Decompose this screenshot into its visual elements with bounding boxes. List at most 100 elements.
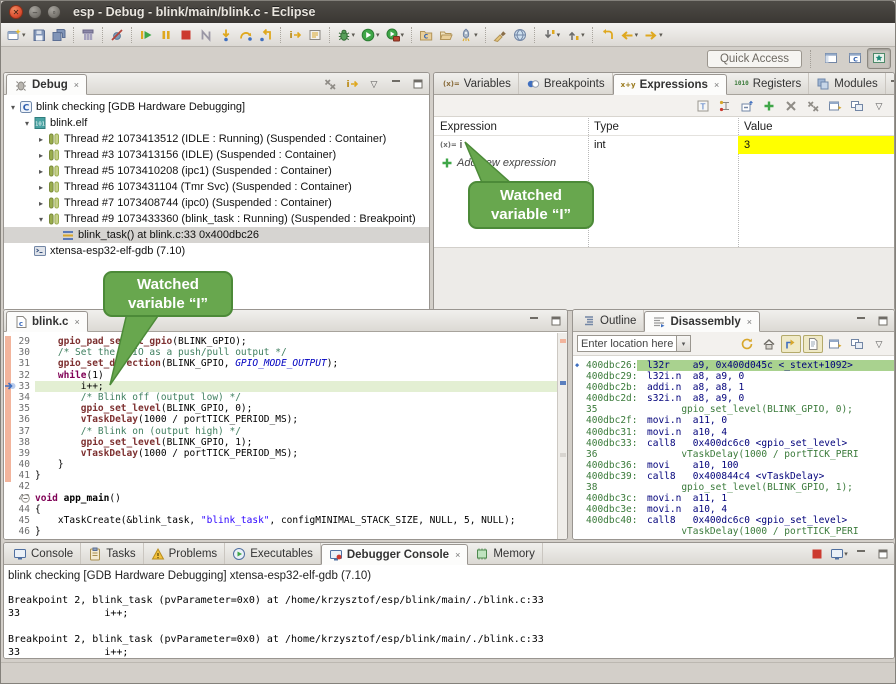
tab-console[interactable]: Console [6, 543, 81, 564]
disassembly-row[interactable]: 400dbc3c:movi.n a11, 1 [573, 493, 894, 504]
code-line[interactable]: 34 /* Blink off (output low) */ [4, 392, 567, 403]
dropdown-arrow-icon[interactable]: ▾ [557, 31, 561, 39]
debug-perspective-button[interactable] [867, 48, 891, 69]
last-edit-location-button[interactable] [597, 24, 617, 46]
quick-access-button[interactable]: Quick Access [707, 50, 802, 68]
code-editor[interactable]: 29 gpio_pad_select_gpio(BLINK_GPIO);30 /… [4, 333, 567, 539]
tree-expander-icon[interactable]: ▾ [22, 119, 32, 128]
dropdown-arrow-icon[interactable]: ▾ [581, 31, 585, 39]
tab-breakpoints[interactable]: Breakpoints [519, 73, 613, 94]
debug-tree-item[interactable]: ▾101blink.elf [4, 115, 429, 131]
line-number[interactable]: 32 [4, 370, 30, 381]
new-view-button[interactable] [825, 335, 845, 353]
maximize-button[interactable] [873, 545, 893, 563]
debug-button[interactable]: ▾ [334, 24, 359, 46]
close-tab-icon[interactable]: × [74, 80, 79, 90]
back-button[interactable]: ▾ [617, 24, 642, 46]
link-view-button[interactable] [847, 335, 867, 353]
step-over-button[interactable] [236, 24, 256, 46]
view-menu-button[interactable]: ▽ [869, 335, 889, 353]
disassembly-row[interactable]: 400dbc2f:movi.n a11, 0 [573, 415, 894, 426]
tree-expander-icon[interactable]: ▸ [36, 199, 46, 208]
tab-debugger-console[interactable]: Debugger Console× [321, 544, 469, 565]
minimize-window-icon[interactable]: – [28, 5, 42, 19]
dropdown-arrow-icon[interactable]: ▾ [352, 31, 356, 39]
column-header-value[interactable]: Value [738, 121, 895, 133]
step-return-button[interactable] [256, 24, 276, 46]
line-number[interactable]: 46 [4, 526, 30, 537]
close-tab-icon[interactable]: × [747, 317, 752, 327]
debug-tree-item[interactable]: ▸Thread #7 1073408744 (ipc0) (Suspended … [4, 195, 429, 211]
tab-modules[interactable]: Modules [809, 73, 885, 94]
code-line[interactable]: 45 xTaskCreate(&blink_task, "blink_task"… [4, 515, 567, 526]
tab-disassembly[interactable]: Disassembly× [644, 311, 760, 332]
new-wizard-button[interactable]: ▾ [4, 24, 29, 46]
previous-annotation-button[interactable]: ▾ [563, 24, 588, 46]
disassembly-row[interactable]: 400dbc29:l32i.n a8, a9, 0 [573, 371, 894, 382]
tree-expander-icon[interactable]: ▾ [36, 215, 46, 224]
disassembly-row[interactable]: 400dbc36:movi a10, 100 [573, 460, 894, 471]
run-button[interactable]: ▾ [358, 24, 383, 46]
dropdown-arrow-icon[interactable]: ▾ [635, 31, 639, 39]
format-brush-button[interactable] [490, 24, 510, 46]
disassembly-listing[interactable]: ◆400dbc26:l32r a9, 0x400d045c <_stext+10… [573, 357, 894, 539]
open-project-button[interactable] [436, 24, 456, 46]
line-number[interactable]: 36 [4, 414, 30, 425]
column-header-expression[interactable]: Expression [434, 121, 588, 133]
build-button[interactable] [78, 24, 98, 46]
line-number[interactable]: 35 [4, 403, 30, 414]
link-view-button[interactable] [847, 97, 867, 115]
home-button[interactable] [759, 335, 779, 353]
line-number[interactable]: 39 [4, 448, 30, 459]
dropdown-arrow-icon[interactable]: ▾ [474, 31, 478, 39]
next-annotation-button[interactable]: ▾ [539, 24, 564, 46]
terminate-button[interactable] [176, 24, 196, 46]
dropdown-arrow-icon[interactable]: ▾ [401, 31, 405, 39]
tab-registers[interactable]: 1010Registers [727, 73, 809, 94]
line-number[interactable]: 40 [4, 459, 30, 470]
skip-all-breakpoints-button[interactable] [107, 24, 127, 46]
disassembly-row[interactable]: ◆400dbc26:l32r a9, 0x400d045c <_stext+10… [573, 360, 894, 371]
tab-tasks[interactable]: Tasks [81, 543, 143, 564]
disassembly-row[interactable]: 400dbc33:call8 0x400dc6c0 <gpio_set_leve… [573, 438, 894, 449]
show-logical-structures-button[interactable] [715, 97, 735, 115]
view-menu-button[interactable]: ▽ [364, 75, 384, 93]
code-line[interactable]: 35 gpio_set_level(BLINK_GPIO, 0); [4, 403, 567, 414]
tab-blink-c[interactable]: cblink.c× [6, 311, 88, 332]
cpp-perspective-button[interactable]: C [843, 48, 867, 69]
save-button[interactable] [29, 24, 49, 46]
close-tab-icon[interactable]: × [455, 550, 460, 560]
open-perspective-button[interactable] [819, 48, 843, 69]
disassembly-row[interactable]: 400dbc31:movi.n a10, 4 [573, 427, 894, 438]
code-line[interactable]: 37 /* Blink on (output high) */ [4, 426, 567, 437]
expression-row[interactable]: (x)=iint3 [434, 136, 894, 154]
remove-x-button[interactable] [781, 97, 801, 115]
console-content[interactable]: blink checking [GDB Hardware Debugging] … [4, 566, 894, 658]
debug-tree-item[interactable]: ▸Thread #5 1073410208 (ipc1) (Suspended … [4, 163, 429, 179]
add-expression-row[interactable]: Add new expression [434, 154, 894, 172]
disassembly-row[interactable]: 38 gpio_set_level(BLINK_GPIO, 1); [573, 482, 894, 493]
code-line[interactable]: 32 while(1) [4, 370, 567, 381]
tree-expander-icon[interactable]: ▸ [36, 135, 46, 144]
debug-tree-item[interactable]: ▾Cblink checking [GDB Hardware Debugging… [4, 99, 429, 115]
tree-expander-icon[interactable]: ▸ [36, 183, 46, 192]
view-menu-button[interactable]: ▽ [869, 97, 889, 115]
dropdown-arrow-icon[interactable]: ▾ [22, 31, 26, 39]
disassembly-row[interactable]: 400dbc40:call8 0x400dc6c0 <gpio_set_leve… [573, 515, 894, 526]
minimize-button[interactable] [887, 75, 895, 93]
suspend-button[interactable] [156, 24, 176, 46]
code-line[interactable]: 46} [4, 526, 567, 537]
launch-button[interactable]: ▾ [456, 24, 481, 46]
dropdown-arrow-icon[interactable]: ▾ [659, 31, 663, 39]
world-button[interactable] [510, 24, 530, 46]
code-line[interactable]: 41} [4, 470, 567, 481]
disassembly-row[interactable]: 400dbc3e:movi.n a10, 4 [573, 504, 894, 515]
disassembly-row[interactable]: 400dbc2b:addi.n a8, a8, 1 [573, 382, 894, 393]
tab-variables[interactable]: (x)=Variables [436, 73, 519, 94]
new-c-project-button[interactable]: C [416, 24, 436, 46]
overview-ruler[interactable] [557, 333, 567, 539]
close-tab-icon[interactable]: × [74, 317, 79, 327]
refresh-button[interactable] [737, 335, 757, 353]
trace-control-button[interactable] [305, 24, 325, 46]
line-number[interactable]: 41 [4, 470, 30, 481]
